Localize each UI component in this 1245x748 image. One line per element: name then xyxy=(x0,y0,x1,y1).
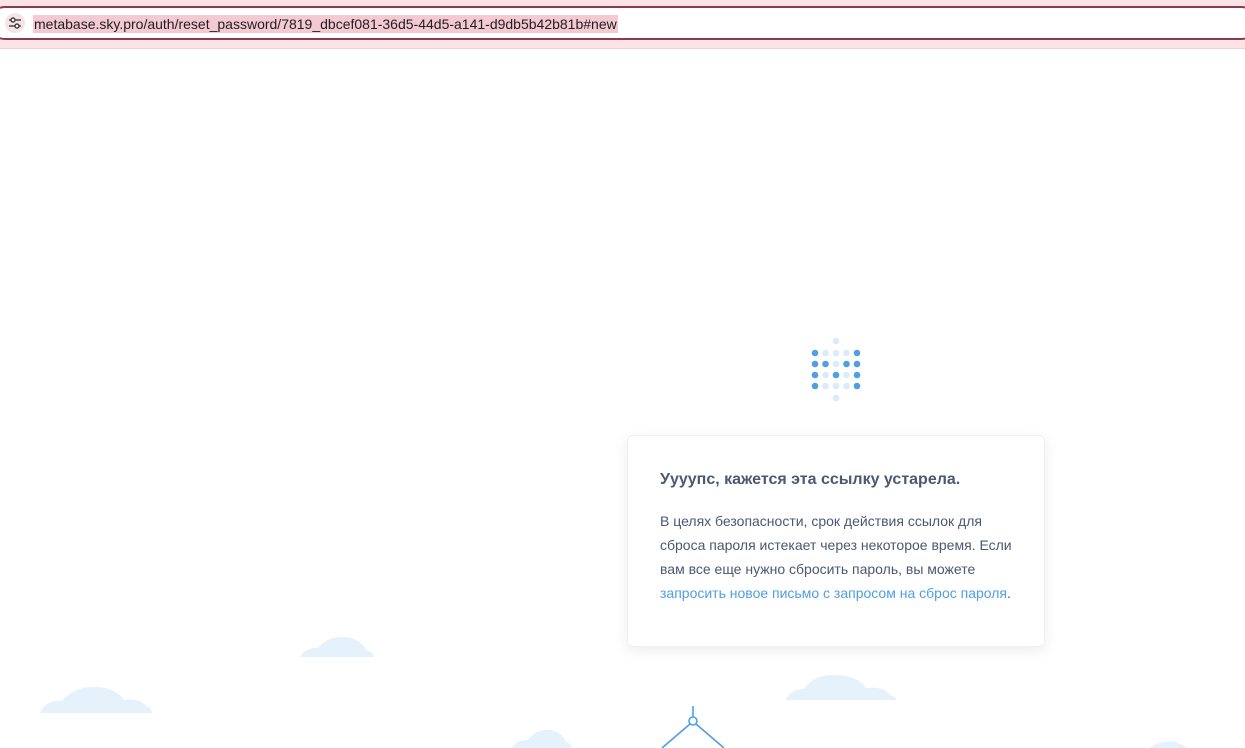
cloud-shape xyxy=(40,686,152,713)
metabase-logo-icon xyxy=(811,337,861,402)
cloud-shape xyxy=(300,636,374,657)
address-bar[interactable]: metabase.sky.pro/auth/reset_password/781… xyxy=(0,6,1245,40)
cloud-shape xyxy=(1150,741,1186,748)
cloud-scenery xyxy=(40,636,1186,748)
card-message: В целях безопасности, срок действия ссыл… xyxy=(660,509,1012,605)
request-new-email-link[interactable]: запросить новое письмо с запросом на сбр… xyxy=(660,585,1007,601)
browser-toolbar: metabase.sky.pro/auth/reset_password/781… xyxy=(0,0,1245,49)
tower-illustration xyxy=(661,706,725,748)
tune-icon xyxy=(9,17,21,29)
card-link-suffix: . xyxy=(1007,585,1011,601)
cloud-shape xyxy=(512,729,572,748)
cloud-shape xyxy=(786,674,896,700)
page: metabase.sky.pro/auth/reset_password/781… xyxy=(0,0,1245,748)
card-title: Уууупс, кажется эта ссылку устарела. xyxy=(660,471,961,488)
site-info-button[interactable] xyxy=(5,13,25,33)
url-text[interactable]: metabase.sky.pro/auth/reset_password/781… xyxy=(33,15,618,33)
card-body-text: В целях безопасности, срок действия ссыл… xyxy=(660,513,1012,577)
